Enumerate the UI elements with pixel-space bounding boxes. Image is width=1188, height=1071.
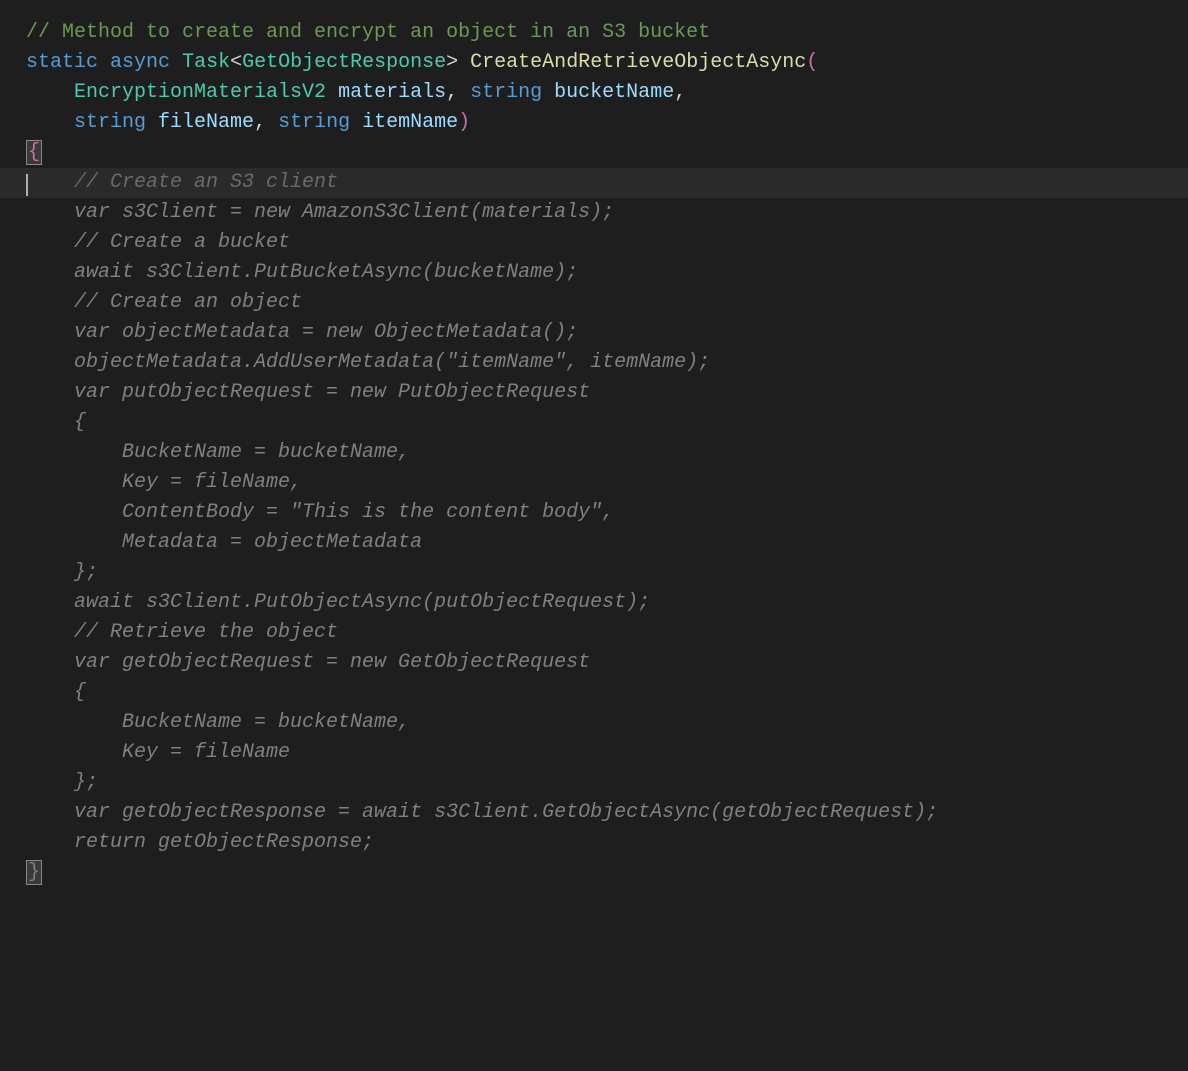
keyword-string: string (74, 111, 146, 134)
code-line[interactable]: EncryptionMaterialsV2 materials, string … (0, 78, 1188, 108)
ghost-suggestion-line: BucketName = bucketName, (26, 711, 410, 734)
code-editor[interactable]: // Method to create and encrypt an objec… (0, 0, 1188, 906)
ghost-suggestion-line: { (26, 411, 86, 434)
keyword-static: static (26, 51, 98, 74)
code-line[interactable]: Key = fileName (0, 738, 1188, 768)
ghost-suggestion-line: }; (26, 561, 98, 584)
code-line[interactable]: ContentBody = "This is the content body"… (0, 498, 1188, 528)
code-line[interactable]: BucketName = bucketName, (0, 438, 1188, 468)
brace-close: } (26, 860, 42, 885)
code-line-active[interactable]: // Create an S3 client (0, 168, 1188, 198)
code-line[interactable]: var putObjectRequest = new PutObjectRequ… (0, 378, 1188, 408)
code-line[interactable]: { (0, 678, 1188, 708)
code-line[interactable]: }; (0, 768, 1188, 798)
brace-open: { (26, 140, 42, 165)
param-bucketname: bucketName (554, 81, 674, 104)
param-filename: fileName (158, 111, 254, 134)
angle-open: < (230, 51, 242, 74)
angle-close: > (446, 51, 458, 74)
code-line[interactable]: var s3Client = new AmazonS3Client(materi… (0, 198, 1188, 228)
ghost-suggestion-line: var objectMetadata = new ObjectMetadata(… (26, 321, 578, 344)
code-line[interactable]: // Method to create and encrypt an objec… (0, 18, 1188, 48)
ghost-suggestion-line: var getObjectResponse = await s3Client.G… (26, 801, 938, 824)
keyword-async: async (110, 51, 170, 74)
code-line[interactable]: await s3Client.PutBucketAsync(bucketName… (0, 258, 1188, 288)
param-materials: materials (338, 81, 446, 104)
comma: , (254, 111, 266, 134)
type-encryptionmaterials: EncryptionMaterialsV2 (74, 81, 326, 104)
code-line[interactable]: BucketName = bucketName, (0, 708, 1188, 738)
comma: , (446, 81, 458, 104)
ghost-suggestion-line: ContentBody = "This is the content body"… (26, 501, 614, 524)
keyword-string: string (278, 111, 350, 134)
paren-open: ( (806, 51, 818, 74)
code-line[interactable]: Metadata = objectMetadata (0, 528, 1188, 558)
comma: , (674, 81, 686, 104)
param-itemname: itemName (362, 111, 458, 134)
code-line[interactable]: await s3Client.PutObjectAsync(putObjectR… (0, 588, 1188, 618)
ghost-suggestion-line: var getObjectRequest = new GetObjectRequ… (26, 651, 590, 674)
method-name: CreateAndRetrieveObjectAsync (470, 51, 806, 74)
ghost-suggestion-line: await s3Client.PutObjectAsync(putObjectR… (26, 591, 650, 614)
code-line[interactable]: }; (0, 558, 1188, 588)
text-cursor (26, 174, 28, 196)
ghost-suggestion-line: await s3Client.PutBucketAsync(bucketName… (26, 261, 578, 284)
code-line[interactable]: // Create a bucket (0, 228, 1188, 258)
ghost-suggestion-line: // Create an S3 client (26, 171, 338, 194)
ghost-suggestion-line: // Create a bucket (26, 231, 290, 254)
code-line[interactable]: // Retrieve the object (0, 618, 1188, 648)
ghost-suggestion-line: BucketName = bucketName, (26, 441, 410, 464)
ghost-suggestion-line: var s3Client = new AmazonS3Client(materi… (26, 201, 614, 224)
code-line[interactable]: { (0, 138, 1188, 168)
code-line[interactable]: static async Task<GetObjectResponse> Cre… (0, 48, 1188, 78)
ghost-suggestion-line: }; (26, 771, 98, 794)
type-task: Task (182, 51, 230, 74)
code-line[interactable]: Key = fileName, (0, 468, 1188, 498)
ghost-suggestion-line: Metadata = objectMetadata (26, 531, 422, 554)
code-line[interactable]: var getObjectResponse = await s3Client.G… (0, 798, 1188, 828)
type-getobjectresponse: GetObjectResponse (242, 51, 446, 74)
paren-close: ) (458, 111, 470, 134)
ghost-suggestion-line: objectMetadata.AddUserMetadata("itemName… (26, 351, 710, 374)
ghost-suggestion-line: Key = fileName (26, 741, 290, 764)
code-line[interactable]: } (0, 858, 1188, 888)
code-line[interactable]: objectMetadata.AddUserMetadata("itemName… (0, 348, 1188, 378)
ghost-suggestion-line: { (26, 681, 86, 704)
comment-text: // Method to create and encrypt an objec… (26, 21, 710, 44)
code-line[interactable]: string fileName, string itemName) (0, 108, 1188, 138)
code-line[interactable]: // Create an object (0, 288, 1188, 318)
ghost-suggestion-line: var putObjectRequest = new PutObjectRequ… (26, 381, 590, 404)
keyword-string: string (470, 81, 542, 104)
ghost-suggestion-line: // Create an object (26, 291, 302, 314)
code-line[interactable]: { (0, 408, 1188, 438)
ghost-suggestion-line: // Retrieve the object (26, 621, 338, 644)
code-line[interactable]: var objectMetadata = new ObjectMetadata(… (0, 318, 1188, 348)
code-line[interactable]: var getObjectRequest = new GetObjectRequ… (0, 648, 1188, 678)
ghost-suggestion-line: return getObjectResponse; (26, 831, 374, 854)
ghost-suggestion-line: Key = fileName, (26, 471, 302, 494)
code-line[interactable]: return getObjectResponse; (0, 828, 1188, 858)
